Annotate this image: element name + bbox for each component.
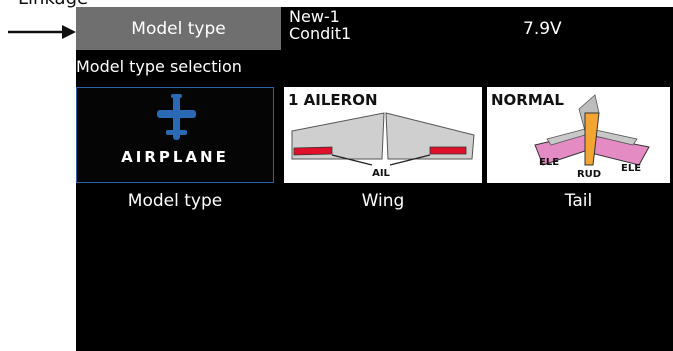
model-info: New-1 Condit1 (289, 8, 351, 42)
page-subtitle: Model type selection (76, 57, 242, 76)
wing-type-button[interactable]: 1 AILERON AIL (284, 87, 482, 183)
model-type-title-tab[interactable]: Model type (76, 7, 281, 50)
model-type-button[interactable]: AIRPLANE (76, 87, 274, 183)
airplane-icon (157, 94, 196, 140)
tail-caption: Tail (564, 191, 593, 211)
wing-caption: Wing (361, 191, 405, 211)
arrow-right-icon (8, 25, 76, 39)
battery-voltage: 7.9V (523, 19, 562, 39)
aileron-label: AIL (372, 168, 390, 179)
elevator-label-left: ELE (539, 157, 559, 168)
model-type-value: AIRPLANE (121, 148, 229, 166)
model-type-caption: Model type (127, 191, 223, 211)
model-name: New-1 (289, 7, 340, 26)
rudder-label: RUD (577, 169, 601, 180)
callout-arrow: Linkage (0, 0, 88, 60)
transmitter-screen: Model type New-1 Condit1 7.9V Model type… (76, 7, 673, 351)
wing-diagram: AIL (291, 112, 475, 179)
tail-diagram: ELE RUD ELE (534, 94, 650, 180)
tail-type-button[interactable]: NORMAL ELE RUD ELE (487, 87, 670, 183)
elevator-label-right: ELE (621, 163, 641, 174)
condition-name: Condit1 (289, 24, 352, 43)
